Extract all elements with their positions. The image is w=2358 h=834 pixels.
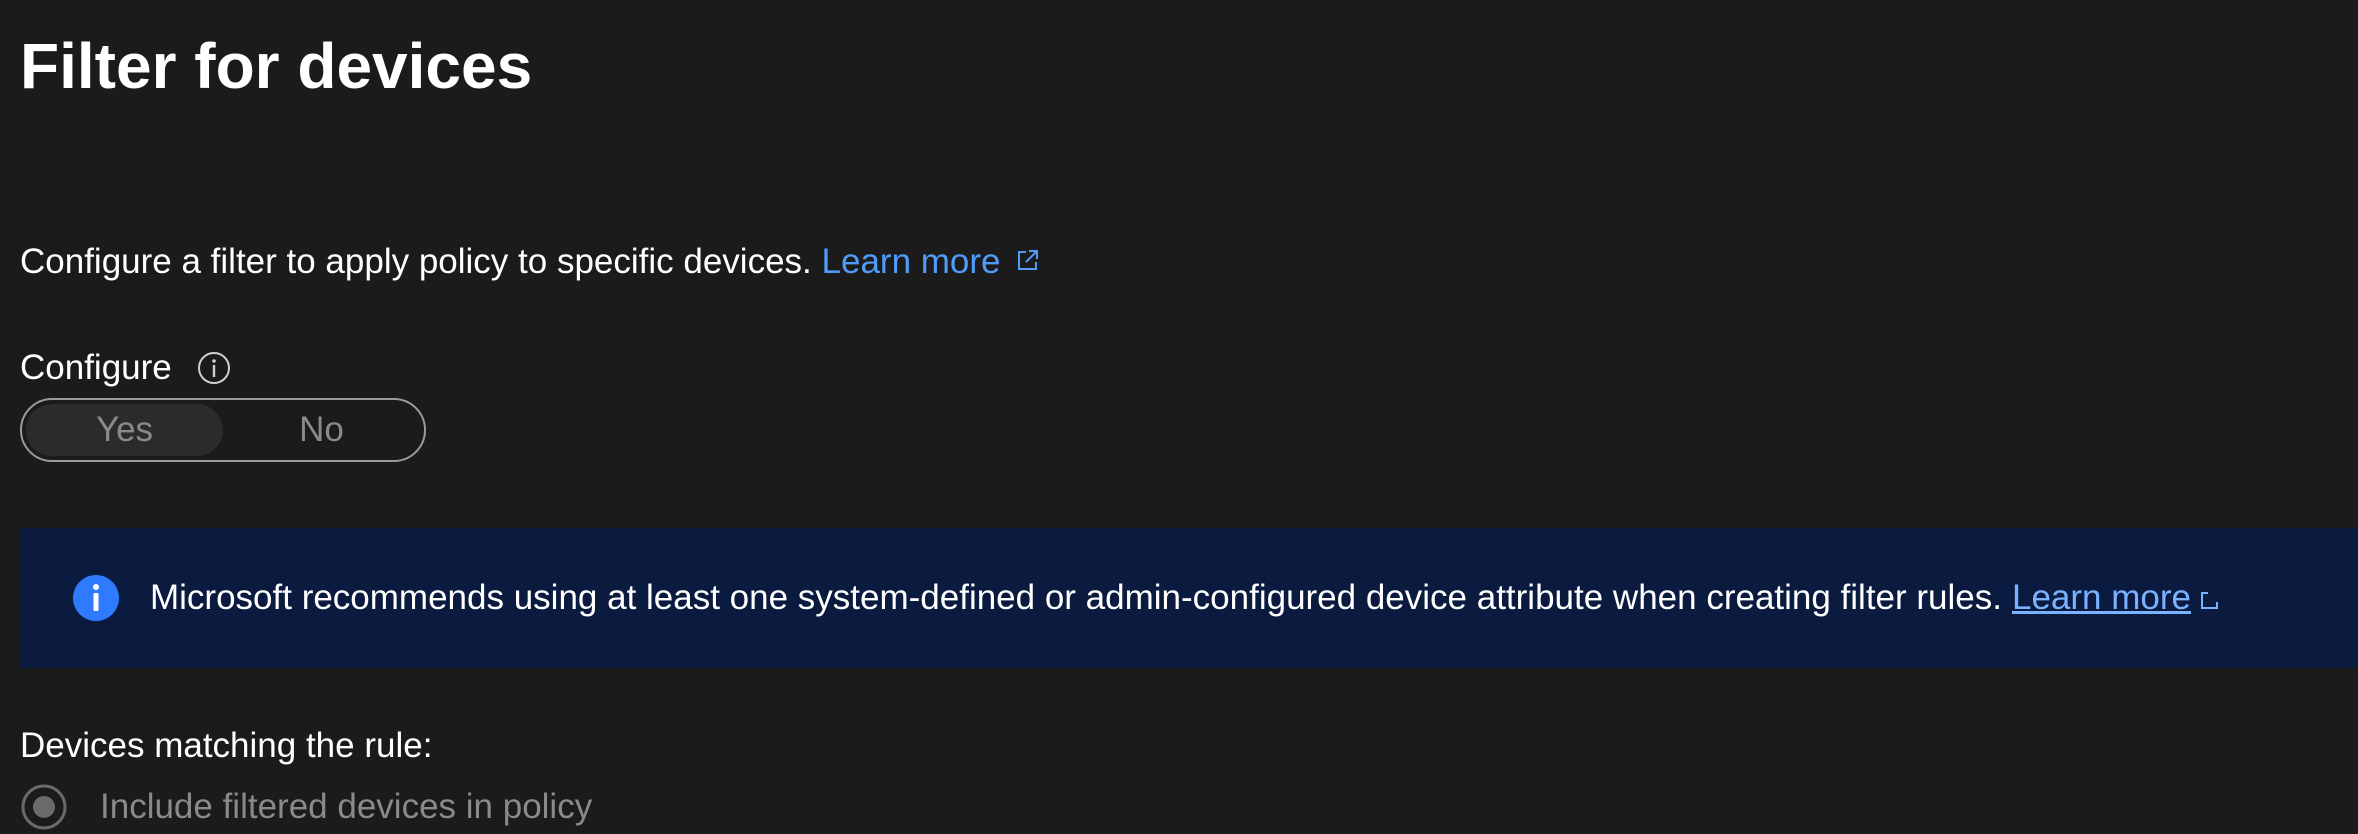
- toggle-option-yes[interactable]: Yes: [26, 404, 223, 456]
- banner-text: Microsoft recommends using at least one …: [150, 578, 2002, 617]
- filter-for-devices-pane: Filter for devices Configure a filter to…: [0, 0, 2358, 834]
- external-link-icon: [2200, 592, 2218, 609]
- learn-more-link[interactable]: Learn more: [822, 242, 1041, 281]
- toggle-option-no[interactable]: No: [223, 404, 420, 456]
- radio-include-label: Include filtered devices in policy: [100, 787, 593, 826]
- banner-message: Microsoft recommends using at least one …: [150, 574, 2221, 622]
- page-title: Filter for devices: [20, 30, 533, 102]
- description: Configure a filter to apply policy to sp…: [20, 238, 1041, 286]
- configure-field: Configure: [20, 344, 232, 392]
- banner-learn-more-link[interactable]: Learn more: [2012, 578, 2191, 617]
- info-filled-icon: [73, 575, 119, 621]
- configure-toggle[interactable]: Yes No: [20, 398, 426, 462]
- radio-include-filtered[interactable]: Include filtered devices in policy: [20, 780, 592, 834]
- radio-selected-icon[interactable]: [20, 783, 68, 831]
- external-link-icon: [1017, 249, 1038, 270]
- description-text: Configure a filter to apply policy to sp…: [20, 242, 812, 281]
- configure-label: Configure: [20, 348, 172, 387]
- info-banner: Microsoft recommends using at least one …: [20, 528, 2358, 668]
- learn-more-label: Learn more: [821, 242, 1001, 281]
- devices-rule-label: Devices matching the rule:: [20, 726, 433, 765]
- info-icon[interactable]: [196, 350, 232, 386]
